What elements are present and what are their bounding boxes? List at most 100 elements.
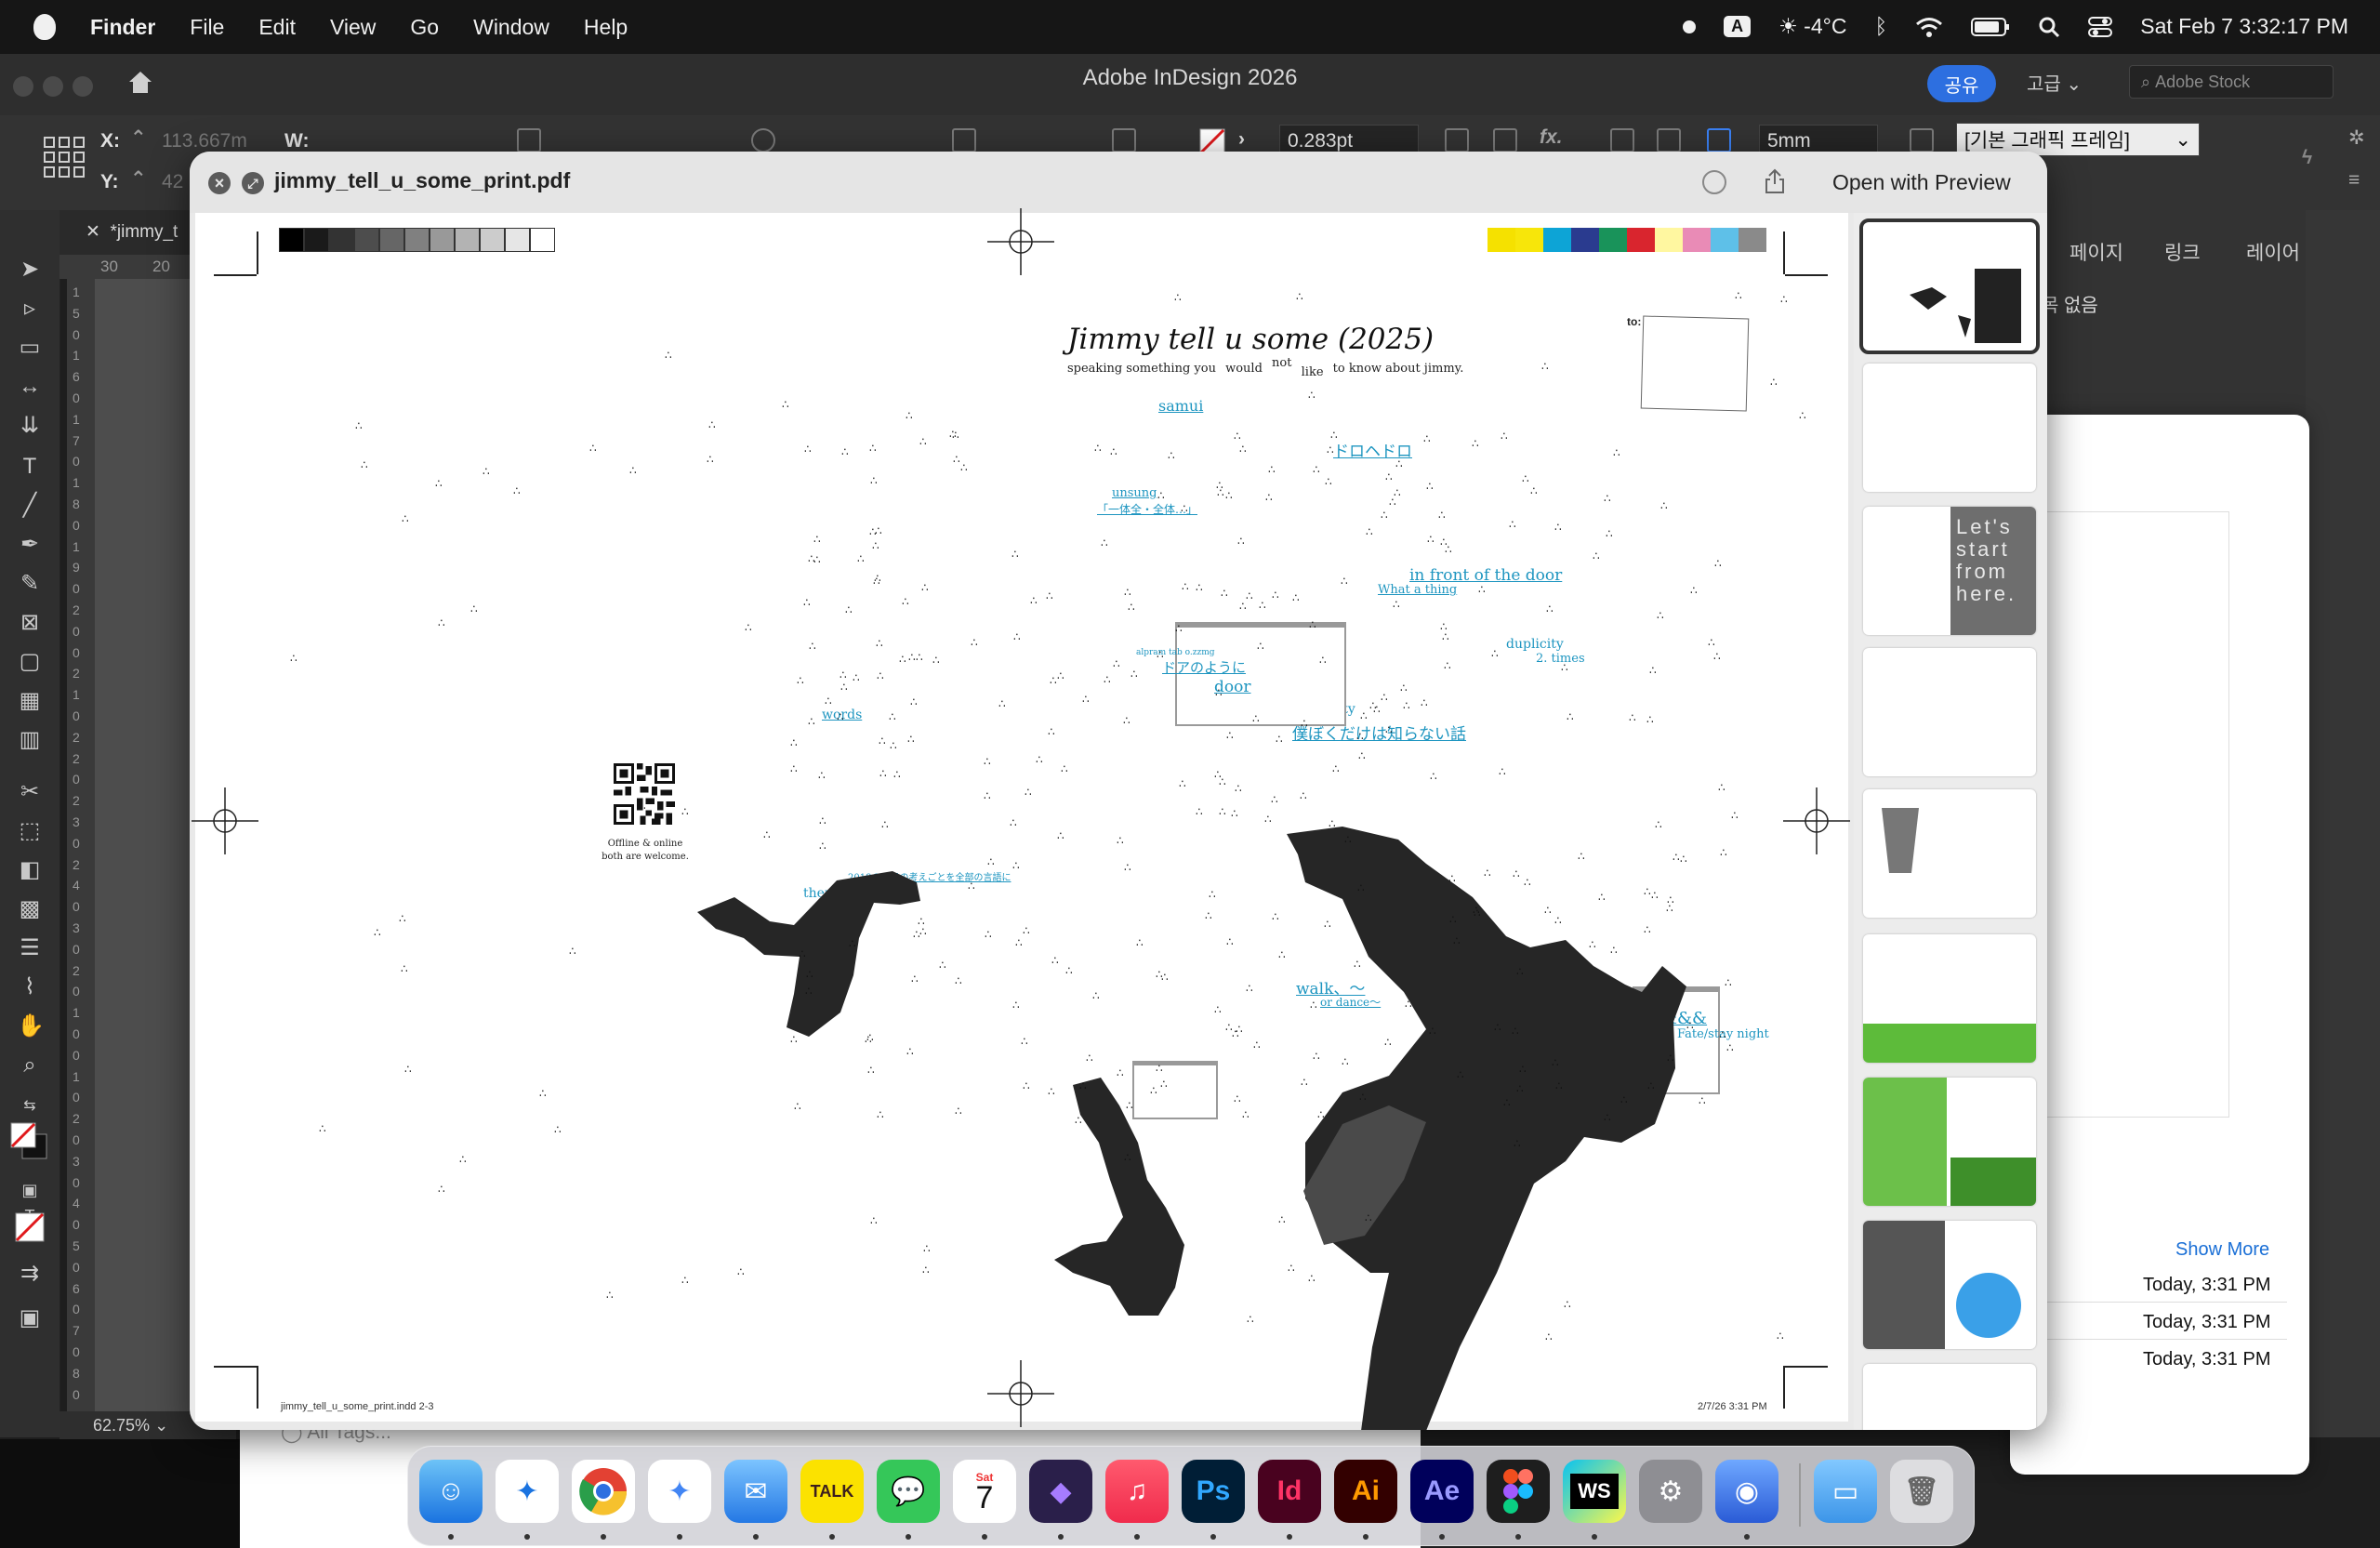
system-settings-dock-icon[interactable]: ⚙ xyxy=(1639,1460,1702,1523)
grid-tool-icon[interactable]: ▥ xyxy=(17,727,43,753)
type-tool-icon[interactable]: T xyxy=(17,454,43,480)
lightning-icon[interactable]: ϟ xyxy=(2302,147,2312,169)
menu-window[interactable]: Window xyxy=(473,15,549,40)
gradient-swatch-tool-icon[interactable]: ◧ xyxy=(17,857,43,883)
tab-links[interactable]: 링크 xyxy=(2164,238,2201,266)
tab-layers[interactable]: 레이어 xyxy=(2246,238,2300,266)
note-tool-icon[interactable]: ☰ xyxy=(17,935,43,961)
quicklook-close-button[interactable]: × xyxy=(208,172,231,194)
text-wrap-icon[interactable] xyxy=(1610,128,1634,152)
apple-icon[interactable] xyxy=(33,14,56,40)
pen-tool-icon[interactable]: ✒ xyxy=(17,532,43,558)
horizontal-ruler[interactable]: 30 20 xyxy=(60,255,199,279)
figma-dock-icon[interactable] xyxy=(1487,1460,1550,1523)
fill-none-swatch-icon[interactable] xyxy=(1199,128,1225,154)
menu-app-name[interactable]: Finder xyxy=(90,15,155,40)
after-effects-dock-icon[interactable]: Ae xyxy=(1410,1460,1474,1523)
hamburger-menu-icon[interactable]: ≡ xyxy=(2348,169,2360,192)
object-style-icon[interactable] xyxy=(1910,128,1934,152)
show-more-link[interactable]: Show More xyxy=(2175,1239,2269,1261)
mail-dock-icon[interactable]: ✉ xyxy=(724,1460,787,1523)
document-tab[interactable]: ✕ *jimmy_t xyxy=(86,221,178,243)
x-stepper[interactable]: ⌃ xyxy=(130,126,147,150)
page-thumbnail-2[interactable] xyxy=(1863,364,2036,492)
menubar-clock[interactable]: Sat Feb 7 3:32:17 PM xyxy=(2140,14,2348,39)
zoom-tool-icon[interactable]: ⌕ xyxy=(17,1052,43,1078)
webstorm-dock-icon[interactable]: WS xyxy=(1563,1460,1626,1523)
formatting-container-icon[interactable]: ▣ T xyxy=(17,1177,43,1225)
rectangle-tool-icon[interactable]: ▢ xyxy=(17,649,43,675)
menu-go[interactable]: Go xyxy=(410,15,439,40)
adobe-stock-search[interactable]: ⌕ Adobe Stock xyxy=(2129,65,2334,99)
rectangle-frame-tool-icon[interactable]: ⊠ xyxy=(17,610,43,636)
gemini-dock-icon[interactable]: ✦ xyxy=(648,1460,711,1523)
trash-dock-icon[interactable]: 🗑 xyxy=(1890,1460,1953,1523)
pdf-spread[interactable]: Jimmy tell u some (2025) speaking someth… xyxy=(192,208,1850,1430)
close-tab-icon[interactable]: ✕ xyxy=(86,222,100,242)
screen-mode-icon[interactable]: ⇉ xyxy=(17,1261,43,1287)
gap-tool-icon[interactable] xyxy=(1707,128,1731,152)
input-source-badge[interactable]: A xyxy=(1724,16,1752,37)
menu-file[interactable]: File xyxy=(190,15,224,40)
page-thumbnails-sidebar[interactable]: Let's start from here. xyxy=(1854,213,2047,1430)
x-position-field[interactable]: 113.667m xyxy=(162,130,247,152)
markup-icon[interactable] xyxy=(1702,170,1726,194)
rotate-90-icon[interactable] xyxy=(952,128,976,152)
messages-dock-icon[interactable]: 💬 xyxy=(877,1460,940,1523)
obsidian-dock-icon[interactable]: ◆ xyxy=(1029,1460,1092,1523)
kakaotalk-dock-icon[interactable]: TALK xyxy=(800,1460,864,1523)
page-thumbnail-9[interactable] xyxy=(1863,1364,2036,1430)
preview-mode-icon[interactable]: ▣ xyxy=(17,1305,43,1331)
page-tool-icon[interactable]: ▭ xyxy=(17,335,43,361)
page-thumbnail-1[interactable] xyxy=(1859,218,2040,354)
chrome-dock-icon[interactable] xyxy=(572,1460,635,1523)
quicklook-window[interactable]: × ⤢ jimmy_tell_u_some_print.pdf Open wit… xyxy=(190,152,2047,1430)
hand-tool-icon[interactable]: ✋ xyxy=(17,1013,45,1039)
battery-icon[interactable] xyxy=(1971,17,2010,36)
scissors-tool-icon[interactable]: ✂ xyxy=(17,779,43,805)
page-thumbnail-5[interactable] xyxy=(1863,789,2036,918)
folder-dock-icon[interactable]: ▭ xyxy=(1814,1460,1877,1523)
align-icon[interactable] xyxy=(1657,128,1681,152)
page-thumbnail-4[interactable] xyxy=(1863,648,2036,776)
frame-fitting-icon[interactable] xyxy=(1445,128,1469,152)
indesign-dock-icon[interactable]: Id xyxy=(1258,1460,1321,1523)
constrain-icon[interactable] xyxy=(517,128,541,152)
direct-selection-tool-icon[interactable]: ▹ xyxy=(17,296,43,322)
open-with-preview-button[interactable]: Open with Preview xyxy=(1832,170,2011,195)
menu-help[interactable]: Help xyxy=(584,15,628,40)
page-thumbnail-7[interactable] xyxy=(1863,1078,2036,1206)
table-tool-icon[interactable]: ▦ xyxy=(17,688,43,714)
tab-pages[interactable]: 페이지 xyxy=(2069,238,2123,266)
pencil-tool-icon[interactable]: ✎ xyxy=(17,571,43,597)
music-dock-icon[interactable]: ♫ xyxy=(1105,1460,1169,1523)
line-tool-icon[interactable]: ╱ xyxy=(17,493,43,519)
free-transform-tool-icon[interactable]: ⬚ xyxy=(17,818,43,844)
raycast-dock-icon[interactable]: ◉ xyxy=(1715,1460,1778,1523)
apply-none-icon[interactable] xyxy=(15,1212,45,1242)
bluetooth-icon[interactable]: ᛒ xyxy=(1874,14,1887,39)
recording-dot-icon[interactable] xyxy=(1683,20,1697,33)
illustrator-dock-icon[interactable]: Ai xyxy=(1334,1460,1397,1523)
gap-tool-icon[interactable]: ↔ xyxy=(17,374,43,400)
content-collector-icon[interactable]: ⇊ xyxy=(17,413,43,439)
gradient-feather-tool-icon[interactable]: ▩ xyxy=(17,896,43,922)
weather-status[interactable]: ☀ -4°C xyxy=(1778,14,1846,39)
reference-point-icon[interactable] xyxy=(43,136,86,179)
page-thumbnail-3[interactable]: Let's start from here. xyxy=(1863,507,2036,635)
chevron-right-icon[interactable]: › xyxy=(1238,128,1245,151)
calendar-dock-icon[interactable]: Sat 7 xyxy=(953,1460,1016,1523)
photoshop-dock-icon[interactable]: Ps xyxy=(1182,1460,1245,1523)
eyedropper-tool-icon[interactable]: ⌇ xyxy=(17,974,43,1000)
selection-tool-icon[interactable]: ➤ xyxy=(17,257,43,283)
corner-options-icon[interactable] xyxy=(1493,128,1517,152)
spotlight-search-icon[interactable] xyxy=(2038,16,2060,38)
page-thumbnail-8[interactable] xyxy=(1863,1221,2036,1349)
finder-dock-icon[interactable]: ☺ xyxy=(419,1460,483,1523)
fill-stroke-icon[interactable] xyxy=(9,1121,50,1162)
y-stepper[interactable]: ⌃ xyxy=(130,167,147,191)
wifi-icon[interactable] xyxy=(1915,17,1943,37)
control-center-icon[interactable] xyxy=(2088,16,2113,38)
y-position-field[interactable]: 42 xyxy=(162,171,183,193)
menu-view[interactable]: View xyxy=(330,15,376,40)
